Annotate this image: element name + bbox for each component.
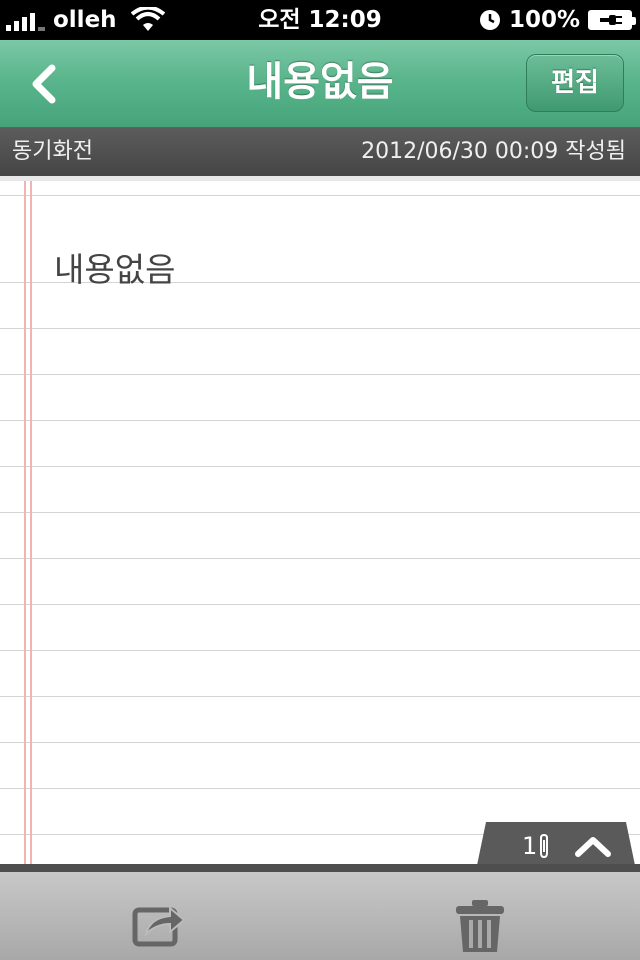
edit-button[interactable]: 편집 <box>526 54 624 112</box>
bottom-toolbar <box>0 864 640 960</box>
note-body[interactable]: 내용없음 <box>0 176 640 866</box>
alarm-clock-icon <box>479 10 500 30</box>
battery-percent: 100% <box>508 7 580 33</box>
note-text: 내용없음 <box>54 250 176 289</box>
chevron-up-icon[interactable] <box>574 834 612 858</box>
charging-plug-icon <box>600 15 622 25</box>
nav-bar: 내용없음 편집 <box>0 40 640 128</box>
status-bar: olleh 오전 12:09 100% <box>0 0 640 40</box>
share-icon[interactable] <box>132 900 188 948</box>
status-right: 100% <box>479 0 636 40</box>
info-bar: 동기화전 2012/06/30 00:09 작성됨 <box>0 128 640 176</box>
attachment-tab[interactable]: 1 <box>476 822 636 870</box>
screen: olleh 오전 12:09 100% 내용없음 편집 동기화전 2012/06… <box>0 0 640 960</box>
margin-line <box>24 181 26 866</box>
folder-label: 동기화전 <box>12 139 93 164</box>
paperclip-icon <box>540 833 548 859</box>
trash-icon[interactable] <box>454 898 506 954</box>
attachment-count: 1 <box>522 832 538 860</box>
battery-icon <box>588 10 636 30</box>
created-timestamp: 2012/06/30 00:09 작성됨 <box>361 139 626 164</box>
margin-line <box>30 181 32 866</box>
